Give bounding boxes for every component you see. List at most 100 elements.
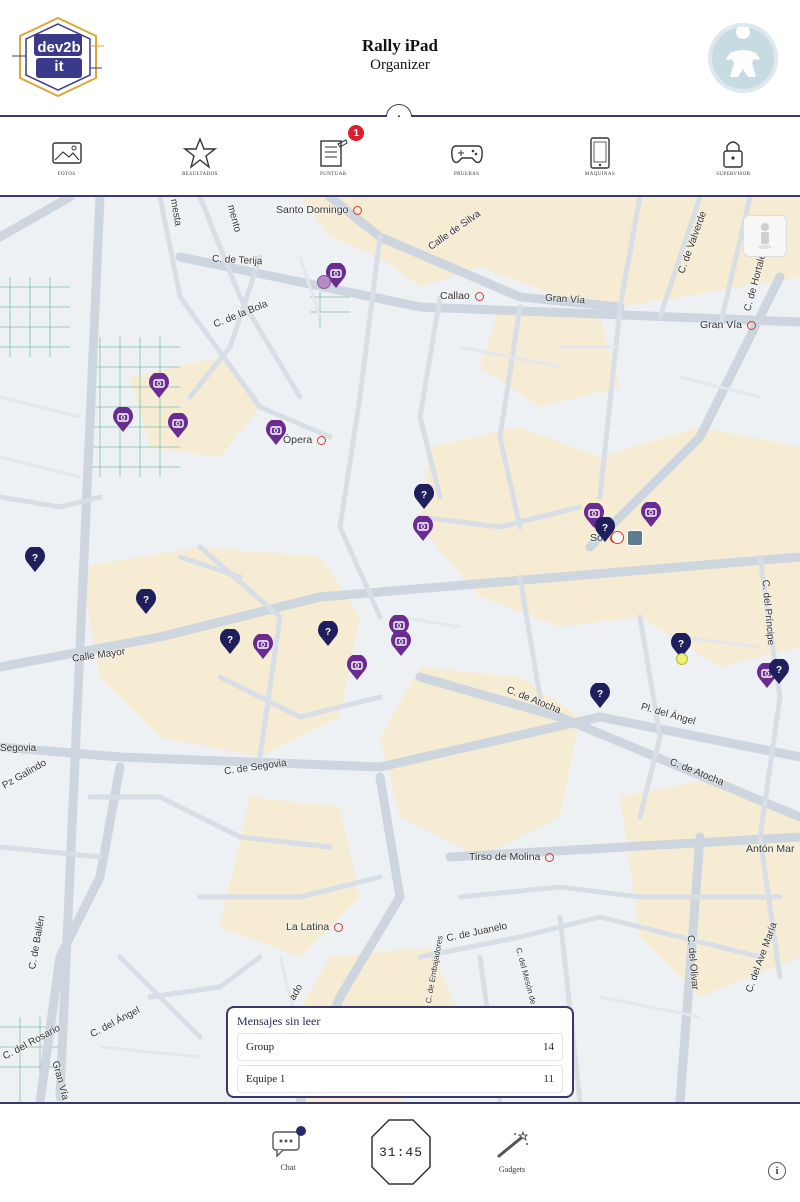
camera-pin-icon [149, 372, 169, 398]
user-avatar[interactable] [708, 23, 778, 93]
pegman-icon [758, 223, 772, 249]
svg-text:?: ? [602, 523, 608, 534]
svg-text:?: ? [227, 635, 233, 646]
svg-text:?: ? [143, 595, 149, 606]
station-label: Gran Vía [700, 319, 756, 331]
tool-resultados[interactable]: RESULTADOS [133, 117, 266, 195]
tool-puntuar[interactable]: 1 PUNTUAR [267, 117, 400, 195]
question-pin-icon: ? [25, 546, 45, 572]
station-label: Santo Domingo [276, 204, 362, 216]
question-pin[interactable]: ? [413, 483, 435, 510]
svg-text:?: ? [325, 627, 331, 638]
question-pin[interactable]: ? [589, 682, 611, 709]
svg-text:?: ? [32, 553, 38, 564]
camera-pin-icon [391, 630, 411, 656]
svg-text:?: ? [678, 639, 684, 650]
tablet-icon [590, 136, 610, 169]
photo-pin[interactable] [167, 412, 189, 439]
puntuar-badge: 1 [348, 125, 365, 141]
tool-fotos[interactable]: FOTOS [0, 117, 133, 195]
tool-supervisor[interactable]: SUPERVISOR [667, 117, 800, 195]
message-row[interactable]: Group 14 [237, 1033, 563, 1061]
team-marker[interactable] [676, 653, 688, 665]
info-button[interactable]: i [768, 1162, 786, 1180]
question-pin-icon: ? [414, 483, 434, 509]
photo-pin[interactable] [265, 419, 287, 446]
robot-marker[interactable] [627, 530, 643, 546]
camera-pin-icon [266, 419, 286, 445]
gadgets-button[interactable]: Gadgets [490, 1130, 534, 1174]
question-pin[interactable]: ? [219, 628, 241, 655]
unread-messages-title: Mensajes sin leer [237, 1014, 321, 1028]
message-row[interactable]: Equipe 1 11 [237, 1065, 563, 1093]
question-pin-icon: ? [220, 628, 240, 654]
station-label: Tirso de Molina [469, 851, 554, 863]
svg-text:?: ? [421, 490, 427, 501]
question-pin-icon: ? [136, 588, 156, 614]
tool-maquinas-label: MAQUINAS [584, 171, 616, 177]
camera-pin-icon [641, 501, 661, 527]
photo-pin[interactable] [252, 633, 274, 660]
message-row-name: Group [246, 1041, 275, 1053]
chat-label: Chat [280, 1163, 296, 1172]
photo-pin[interactable] [112, 406, 134, 433]
warning-marker[interactable] [611, 531, 624, 544]
station-label: Callao [440, 290, 484, 302]
question-pin-icon: ? [769, 658, 789, 684]
station-label: Ópera [283, 434, 326, 446]
bottom-bar: Chat 31:45 Gadgets [0, 1102, 800, 1202]
app-header: dev2bit Rally iPad Organizer [0, 0, 800, 115]
toolbar: FOTOS RESULTADOS 1 PUNTUAR PRUEBAS MAQUI… [0, 117, 800, 197]
tool-pruebas-label: PRUEBAS [453, 171, 480, 177]
unread-messages-panel: Mensajes sin leer Group 14 Equipe 1 11 [226, 1006, 574, 1098]
message-row-name: Equipe 1 [246, 1073, 286, 1085]
meeple-icon [726, 25, 760, 77]
svg-text:?: ? [776, 665, 782, 676]
question-pin[interactable]: ? [768, 658, 790, 685]
logo-text: dev2bit [37, 39, 81, 75]
photo-pin[interactable] [148, 372, 170, 399]
chat-button[interactable]: Chat [266, 1126, 310, 1172]
message-row-count: 14 [543, 1041, 554, 1053]
tool-supervisor-label: SUPERVISOR [716, 171, 751, 177]
tool-maquinas[interactable]: MAQUINAS [533, 117, 666, 195]
tool-fotos-label: FOTOS [57, 171, 76, 177]
scoring-icon [320, 138, 348, 167]
question-pin[interactable]: ? [135, 588, 157, 615]
chat-icon [272, 1126, 306, 1158]
question-pin[interactable]: ? [317, 620, 339, 647]
tool-resultados-label: RESULTADOS [182, 171, 218, 177]
svg-text:?: ? [597, 689, 603, 700]
rally-map[interactable]: C. de Terija C. de la Bola Calle de Silv… [0, 197, 800, 1102]
photo-pin[interactable] [412, 515, 434, 542]
camera-pin-icon [253, 633, 273, 659]
gadgets-label: Gadgets [498, 1165, 526, 1174]
question-pin[interactable]: ? [24, 546, 46, 573]
gamepad-icon [450, 144, 483, 163]
title-block: Rally iPad Organizer [250, 36, 550, 74]
player-marker[interactable] [317, 275, 331, 289]
station-label: La Latina [286, 921, 343, 933]
app-title: Rally iPad [361, 36, 439, 55]
question-pin-icon: ? [318, 620, 338, 646]
photo-pin[interactable] [346, 654, 368, 681]
tool-pruebas[interactable]: PRUEBAS [400, 117, 533, 195]
app-subtitle: Organizer [370, 57, 430, 73]
tool-puntuar-label: PUNTUAR [320, 171, 347, 177]
dev2bit-logo: dev2bit [12, 16, 104, 98]
street-label: Segovia [0, 743, 37, 754]
star-icon [182, 136, 217, 169]
message-row-count: 11 [543, 1073, 554, 1085]
photo-icon [51, 141, 82, 164]
station-label: Antón Mar [746, 843, 795, 855]
lock-icon [723, 140, 743, 168]
camera-pin-icon [113, 406, 133, 432]
magic-wand-icon [497, 1130, 529, 1158]
street-view-button[interactable] [743, 215, 787, 257]
timer-value: 31:45 [378, 1144, 423, 1160]
question-pin-icon: ? [590, 682, 610, 708]
rally-timer: 31:45 [370, 1118, 432, 1186]
photo-pin[interactable] [640, 501, 662, 528]
photo-pin[interactable] [390, 630, 412, 657]
info-icon: i [775, 1165, 779, 1177]
